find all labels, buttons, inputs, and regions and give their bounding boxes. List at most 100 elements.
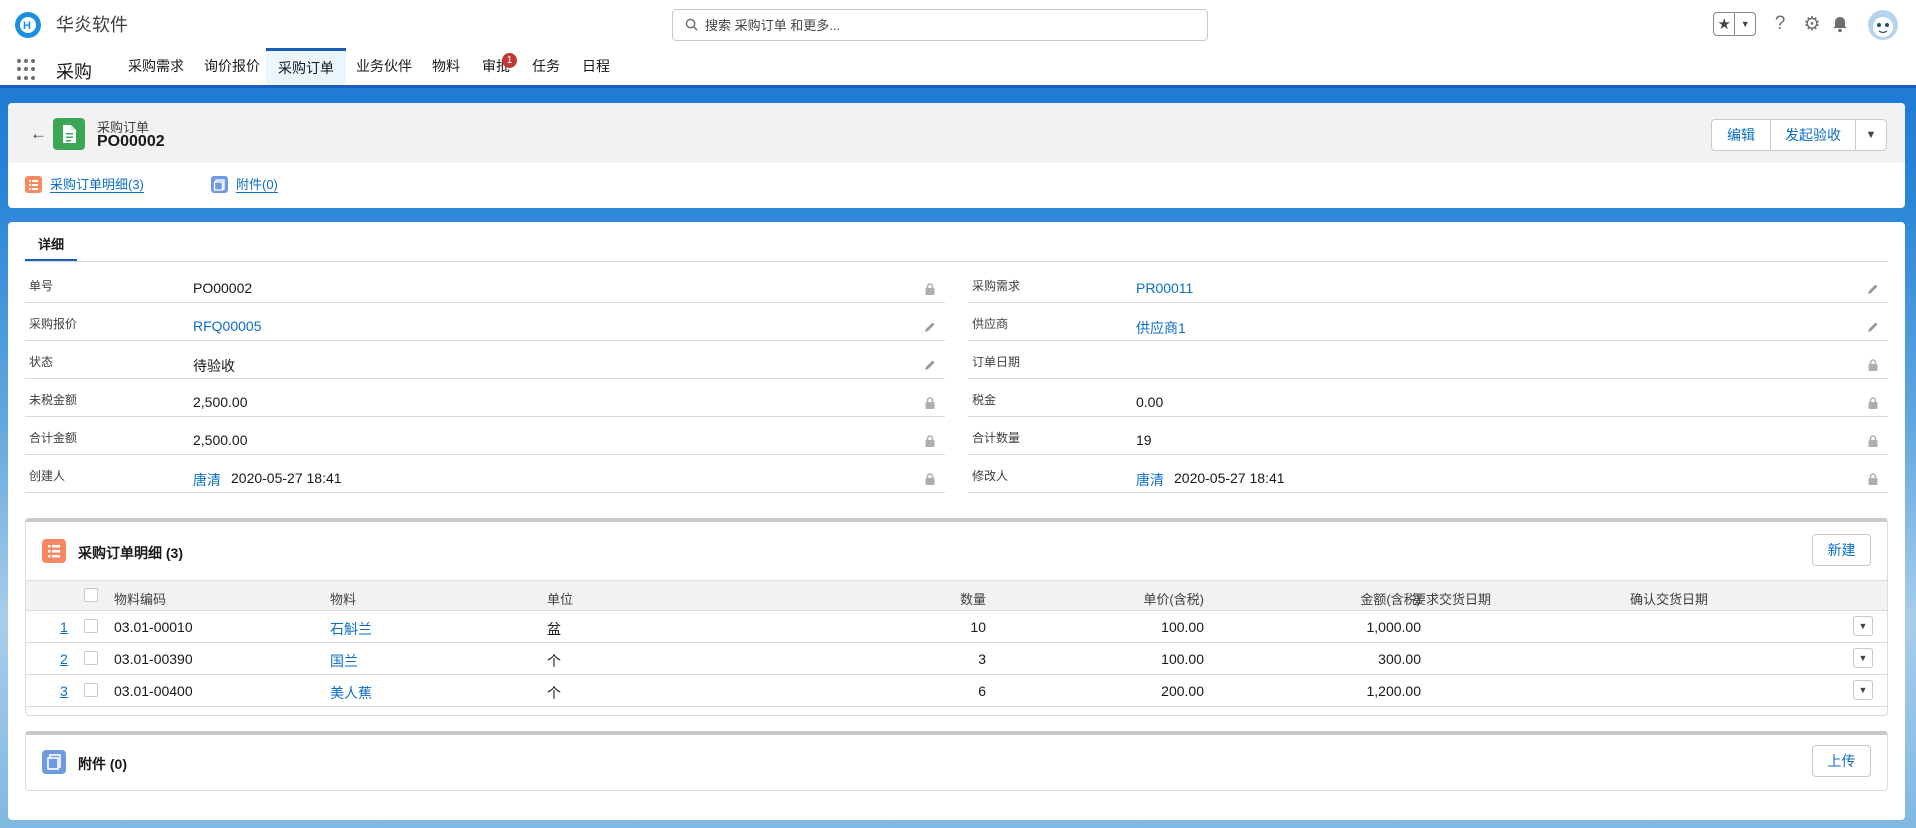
tab-purchase-requisition[interactable]: 采购需求 xyxy=(116,48,196,85)
related-list-title[interactable]: 采购订单明细 (3) xyxy=(78,543,183,563)
pencil-icon[interactable] xyxy=(923,320,937,334)
edit-button[interactable]: 编辑 xyxy=(1712,120,1771,150)
tab-business-partner[interactable]: 业务伙伴 xyxy=(344,48,424,85)
search-input[interactable] xyxy=(705,10,1195,40)
lock-icon xyxy=(1868,397,1878,409)
related-link-attachments-label[interactable]: 附件(0) xyxy=(236,177,278,193)
requisition-link[interactable]: PR00011 xyxy=(1136,280,1193,296)
app-nav-bar: 采购 采购需求 询价报价 采购订单 业务伙伴 物料 审批 任务 日程 xyxy=(0,48,1916,88)
cell-amount: 1,200.00 xyxy=(1366,683,1422,699)
cell-material-link[interactable]: 国兰 xyxy=(330,651,358,671)
table-row: 3 03.01-00400 美人蕉 个 6 200.00 1,200.00 ▼ xyxy=(26,675,1887,707)
rfq-link[interactable]: RFQ00005 xyxy=(193,318,261,334)
cloud-logo-icon[interactable]: H xyxy=(12,8,44,40)
tab-divider xyxy=(25,261,1888,262)
row-checkbox[interactable] xyxy=(84,683,98,697)
cell-qty: 3 xyxy=(978,651,986,667)
field-requisition: 采购需求 PR00011 xyxy=(968,265,1888,303)
tab-task[interactable]: 任务 xyxy=(520,48,572,85)
column-header[interactable]: 要求交货日期 xyxy=(1413,589,1491,608)
attachment-stack-icon xyxy=(42,750,66,774)
column-header[interactable]: 物料 xyxy=(330,589,356,608)
lock-icon xyxy=(925,283,935,295)
field-total-amount: 合计金额 2,500.00 xyxy=(25,417,945,455)
field-label: 合计金额 xyxy=(29,431,78,445)
column-header[interactable]: 数量 xyxy=(906,589,986,608)
cell-amount: 1,000.00 xyxy=(1366,619,1422,635)
row-number[interactable]: 2 xyxy=(60,651,68,667)
start-inspection-button[interactable]: 发起验收 xyxy=(1771,120,1856,150)
user-avatar[interactable] xyxy=(1868,10,1898,40)
related-list-title[interactable]: 附件 (0) xyxy=(78,754,127,774)
related-link-attachments[interactable]: 附件(0) xyxy=(211,176,278,193)
record-actions: 编辑 发起验收 ▼ xyxy=(1711,119,1887,151)
creator-link[interactable]: 唐清 xyxy=(193,470,221,490)
global-header: H 华炎软件 ★ ▼ ? ⚙ xyxy=(0,0,1916,48)
cell-price: 100.00 xyxy=(1161,619,1204,635)
field-value: PO00002 xyxy=(193,280,253,296)
row-checkbox[interactable] xyxy=(84,651,98,665)
select-all-checkbox[interactable] xyxy=(84,588,98,602)
related-link-order-lines-label[interactable]: 采购订单明细(3) xyxy=(50,177,144,193)
upload-button[interactable]: 上传 xyxy=(1812,745,1871,777)
row-actions-chevron-icon[interactable]: ▼ xyxy=(1853,680,1873,700)
svg-text:H: H xyxy=(23,20,31,32)
row-number[interactable]: 1 xyxy=(60,619,68,635)
lock-icon xyxy=(925,397,935,409)
row-actions-chevron-icon[interactable]: ▼ xyxy=(1853,616,1873,636)
attachment-stack-icon xyxy=(211,176,228,193)
column-header[interactable]: 金额(含税) xyxy=(1306,589,1421,608)
row-actions-chevron-icon[interactable]: ▼ xyxy=(1853,648,1873,668)
pencil-icon[interactable] xyxy=(923,358,937,372)
column-header[interactable]: 确认交货日期 xyxy=(1630,589,1708,608)
lock-icon xyxy=(925,435,935,447)
field-value: 2,500.00 xyxy=(193,432,248,448)
approval-count-badge: 1 xyxy=(502,53,517,68)
record-title: PO00002 xyxy=(97,133,165,150)
cell-material-link[interactable]: 石斛兰 xyxy=(330,619,372,639)
tab-approval[interactable]: 审批 xyxy=(470,48,522,85)
star-icon[interactable]: ★ xyxy=(1714,13,1736,35)
column-header[interactable]: 单价(含税) xyxy=(1086,589,1204,608)
help-icon[interactable]: ? xyxy=(1770,13,1790,34)
new-line-button[interactable]: 新建 xyxy=(1812,534,1871,566)
related-link-order-lines[interactable]: 采购订单明细(3) xyxy=(25,176,144,193)
field-label: 供应商 xyxy=(972,317,1009,331)
pencil-icon[interactable] xyxy=(1866,282,1880,296)
back-arrow-icon[interactable]: ← xyxy=(30,124,47,144)
cell-code: 03.01-00010 xyxy=(114,619,193,635)
cell-unit: 个 xyxy=(547,653,561,669)
tab-material[interactable]: 物料 xyxy=(420,48,472,85)
record-header-bar: ← 采购订单 PO00002 编辑 发起验收 ▼ xyxy=(8,103,1905,163)
gear-icon[interactable]: ⚙ xyxy=(1802,14,1822,35)
chevron-down-icon[interactable]: ▼ xyxy=(1735,13,1755,35)
field-label: 单号 xyxy=(29,279,54,293)
cell-qty: 10 xyxy=(970,619,986,635)
tab-calendar[interactable]: 日程 xyxy=(570,48,622,85)
global-search[interactable] xyxy=(672,9,1208,41)
field-label: 未税金额 xyxy=(29,393,78,407)
cell-unit: 盆 xyxy=(547,621,561,637)
column-header[interactable]: 物料编码 xyxy=(114,589,166,608)
pencil-icon[interactable] xyxy=(1866,320,1880,334)
modifier-link[interactable]: 唐清 xyxy=(1136,470,1164,490)
tab-purchase-order[interactable]: 采购订单 xyxy=(266,48,346,85)
column-header[interactable]: 单位 xyxy=(547,589,573,608)
favorites-button[interactable]: ★ ▼ xyxy=(1713,12,1756,36)
list-icon xyxy=(42,539,66,563)
tab-detail[interactable]: 详细 xyxy=(25,234,77,262)
field-tax: 税金 0.00 xyxy=(968,379,1888,417)
lock-icon xyxy=(925,473,935,485)
row-checkbox[interactable] xyxy=(84,619,98,633)
tab-rfq[interactable]: 询价报价 xyxy=(192,48,272,85)
cell-unit: 个 xyxy=(547,685,561,701)
supplier-link[interactable]: 供应商1 xyxy=(1136,318,1186,338)
app-launcher-icon[interactable] xyxy=(17,59,39,81)
cell-material-link[interactable]: 美人蕉 xyxy=(330,683,372,703)
lock-icon xyxy=(1868,359,1878,371)
cell-qty: 6 xyxy=(978,683,986,699)
bell-icon[interactable] xyxy=(1830,14,1850,34)
table-row: 2 03.01-00390 国兰 个 3 100.00 300.00 ▼ xyxy=(26,643,1887,675)
more-actions-chevron-icon[interactable]: ▼ xyxy=(1856,120,1886,150)
row-number[interactable]: 3 xyxy=(60,683,68,699)
